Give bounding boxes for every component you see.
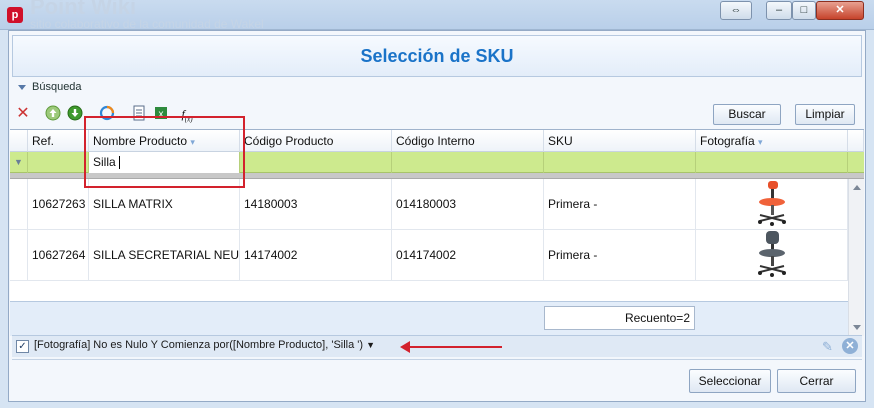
maximize-button[interactable]: □ [792, 1, 816, 20]
grid-header-corner [848, 130, 864, 152]
window-titlebar: p Point Wiki sitio colaborativo de la co… [0, 0, 874, 31]
annotation-arrowhead-icon [400, 341, 410, 353]
scroll-down-arrow-icon[interactable] [853, 325, 861, 330]
col-header-fotografia[interactable]: Fotografía ▾ [696, 130, 848, 152]
select-button[interactable]: Seleccionar [689, 369, 771, 393]
col-header-codigo-interno[interactable]: Código Interno [392, 130, 544, 152]
row-indicator [10, 230, 28, 280]
filter-enable-checkbox[interactable]: ✓ [16, 340, 29, 353]
filter-expression-text: [Fotografía] No es Nulo Y Comienza por([… [34, 339, 364, 351]
download-icon[interactable] [66, 105, 84, 123]
filter-cell-fotografia[interactable] [696, 152, 848, 173]
background-wiki-subtitle: sitio colaborativo de la comunidad de Wa… [30, 17, 264, 31]
filter-cell-sku[interactable] [544, 152, 696, 173]
col-header-sku[interactable]: SKU [544, 130, 696, 152]
search-section-toggle[interactable]: Búsqueda [15, 81, 861, 97]
filter-cell-codigo-producto[interactable] [240, 152, 392, 173]
vertical-scrollbar[interactable] [848, 179, 864, 336]
resize-arrows-icon[interactable]: ⇔ [720, 1, 752, 20]
cell-codigo-interno: 014174002 [392, 230, 544, 280]
upload-icon[interactable] [44, 105, 62, 123]
header-panel: Selección de SKU [12, 35, 862, 77]
cell-codigo-producto: 14180003 [240, 179, 392, 229]
col-header-codigo-producto[interactable]: Código Producto [240, 130, 392, 152]
minimize-button[interactable]: – [766, 1, 792, 20]
col-header-ref[interactable]: Ref. [28, 130, 89, 152]
cell-codigo-producto: 14174002 [240, 230, 392, 280]
scroll-up-arrow-icon[interactable] [853, 185, 861, 190]
cell-sku: Primera - [544, 230, 696, 280]
orange-office-chair-image [696, 179, 848, 229]
search-button[interactable]: Buscar [713, 104, 781, 125]
page-title: Selección de SKU [360, 46, 514, 66]
cell-ref: 10627264 [28, 230, 89, 280]
clear-button[interactable]: Limpiar [795, 104, 855, 125]
filter-cell-codigo-interno[interactable] [392, 152, 544, 173]
close-button[interactable]: ✕ [816, 1, 864, 20]
col-header-fotografia-label: Fotografía [700, 134, 755, 148]
edit-pencil-icon[interactable]: ✎ [822, 339, 833, 355]
annotation-arrow-line [407, 346, 502, 348]
dialog-frame: Selección de SKU Búsqueda ✕ x f(x) Busca… [8, 30, 866, 402]
clear-filter-icon[interactable]: ✕ [842, 338, 858, 354]
record-count: Recuento=2 [544, 306, 695, 330]
filter-panel: ✓ [Fotografía] No es Nulo Y Comienza por… [12, 335, 862, 357]
grid-footer: Recuento=2 [10, 301, 848, 336]
close-dialog-button[interactable]: Cerrar [777, 369, 856, 393]
gray-office-chair-image [696, 230, 848, 280]
cell-codigo-interno: 014180003 [392, 179, 544, 229]
filter-row-funnel-icon: ▼ [10, 152, 28, 173]
cell-nombre: SILLA SECRETARIAL NEU... [89, 230, 240, 280]
table-row[interactable]: 10627264 SILLA SECRETARIAL NEU... 141740… [10, 230, 848, 281]
cell-sku: Primera - [544, 179, 696, 229]
delete-icon[interactable]: ✕ [14, 105, 32, 123]
filter-funnel-icon: ▾ [758, 137, 763, 147]
row-indicator [10, 179, 28, 229]
collapse-arrow-icon [18, 84, 26, 90]
annotation-highlight-box [84, 116, 245, 188]
dropdown-arrow-icon: ▼ [366, 340, 376, 350]
dialog-actions: Seleccionar Cerrar [12, 359, 862, 399]
search-section-label: Búsqueda [32, 81, 82, 93]
grid-header-indicator [10, 130, 28, 152]
filter-expression[interactable]: [Fotografía] No es Nulo Y Comienza por([… [34, 339, 375, 351]
cell-ref: 10627263 [28, 179, 89, 229]
app-icon: p [7, 7, 23, 23]
filter-cell-ref[interactable] [28, 152, 89, 173]
